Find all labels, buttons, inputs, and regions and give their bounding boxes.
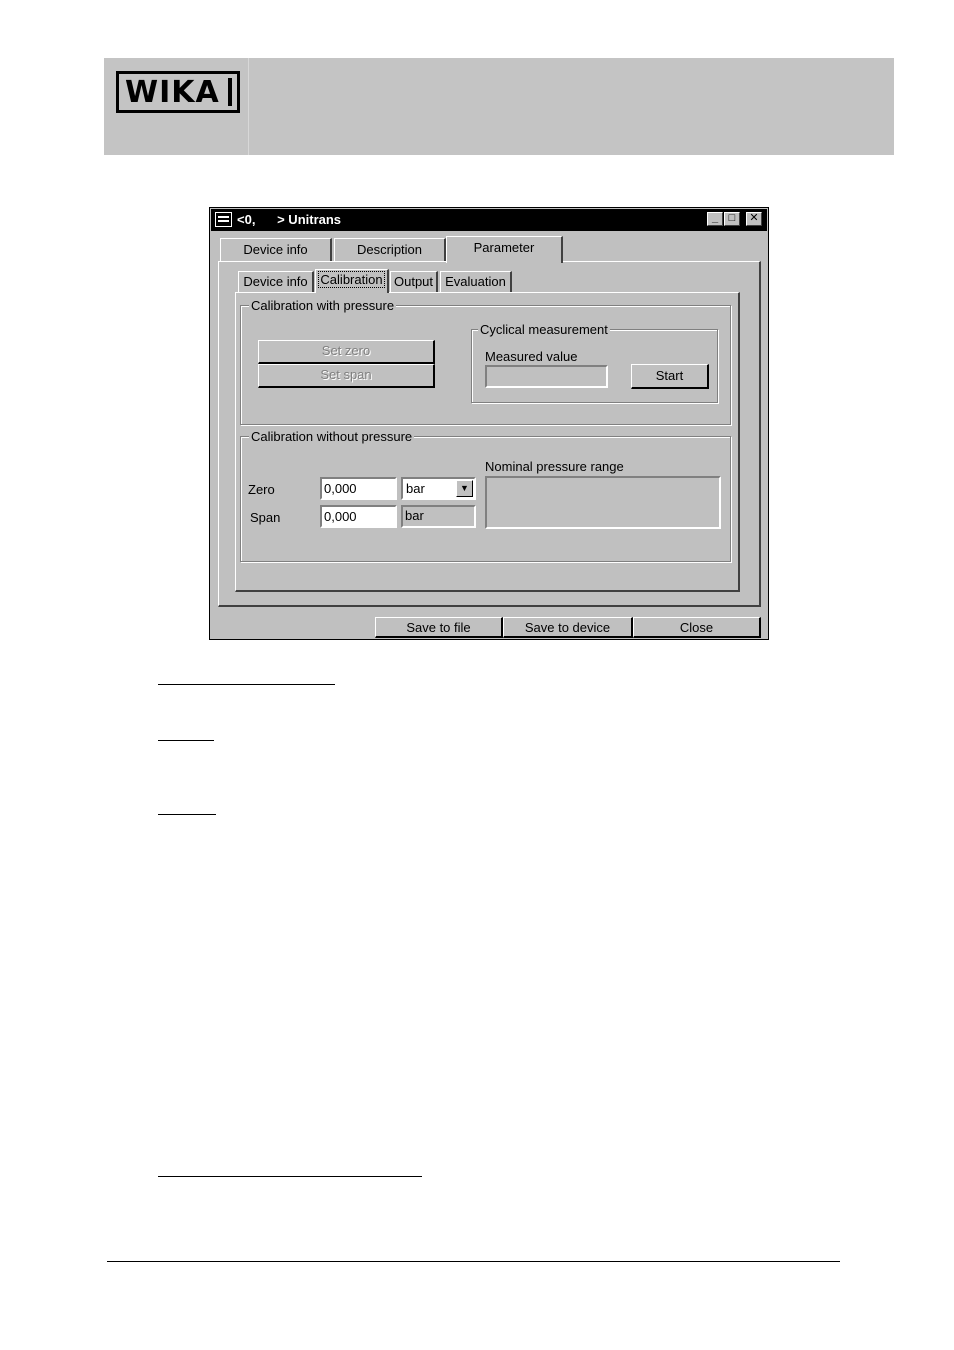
save-to-file-button[interactable]: Save to file [375, 617, 503, 638]
tab-parameter[interactable]: Parameter [446, 236, 563, 263]
heading-underline [158, 740, 214, 741]
set-span-button[interactable]: Set span [258, 364, 435, 388]
maximize-button[interactable]: □ [724, 212, 740, 226]
save-to-device-button[interactable]: Save to device [503, 617, 633, 638]
minimize-button[interactable]: _ [707, 212, 723, 226]
nominal-pressure-field [485, 476, 721, 529]
logo-text: WIKA [125, 75, 220, 110]
wika-logo: WIKA [116, 71, 240, 113]
window-title: <0, > Unitrans [237, 212, 342, 227]
measured-value-label: Measured value [485, 349, 578, 364]
subtab-calibration[interactable]: Calibration [315, 269, 389, 293]
subtab-label: Calibration [318, 271, 385, 288]
subtab-device-info[interactable]: Device info [238, 271, 314, 292]
zero-input[interactable] [320, 477, 397, 500]
set-zero-button[interactable]: Set zero [258, 340, 435, 364]
subtab-evaluation[interactable]: Evaluation [440, 271, 512, 292]
heading-underline [158, 814, 216, 815]
heading-underline [158, 684, 335, 685]
close-window-button[interactable]: ✕ [746, 212, 762, 226]
tab-device-info[interactable]: Device info [220, 238, 332, 261]
heading-underline [158, 1176, 422, 1177]
tab-label: Device info [243, 242, 308, 257]
span-label: Span [250, 510, 281, 525]
span-unit-field: bar [401, 505, 476, 528]
start-button[interactable]: Start [631, 364, 709, 389]
logo-bar [228, 78, 232, 106]
app-window: <0, > Unitrans _ □ ✕ Device info Descrip… [209, 207, 769, 640]
chevron-down-icon[interactable]: ▼ [456, 480, 473, 497]
nominal-pressure-label: Nominal pressure range [485, 459, 624, 474]
group-label: Cyclical measurement [478, 322, 610, 337]
close-button[interactable]: Close [633, 617, 761, 638]
tab-label: Description [356, 242, 423, 257]
footer-rule [107, 1261, 840, 1262]
unit-select-value: bar [406, 481, 425, 496]
unit-select[interactable]: bar ▼ [401, 477, 476, 500]
span-input[interactable] [320, 505, 397, 528]
subtab-label: Device info [243, 274, 308, 289]
measured-value-field [485, 365, 608, 388]
title-bar[interactable]: <0, > Unitrans _ □ ✕ [211, 209, 767, 231]
zero-label: Zero [248, 482, 275, 497]
app-window-icon[interactable] [215, 212, 232, 227]
tab-description[interactable]: Description [334, 238, 446, 261]
subtab-label: Output [393, 274, 434, 289]
tab-label: Parameter [473, 240, 535, 255]
header-divider [248, 58, 249, 155]
subtab-label: Evaluation [445, 274, 506, 289]
subtab-output[interactable]: Output [390, 271, 438, 292]
group-label: Calibration without pressure [249, 429, 415, 444]
group-label: Calibration with pressure [249, 298, 397, 313]
